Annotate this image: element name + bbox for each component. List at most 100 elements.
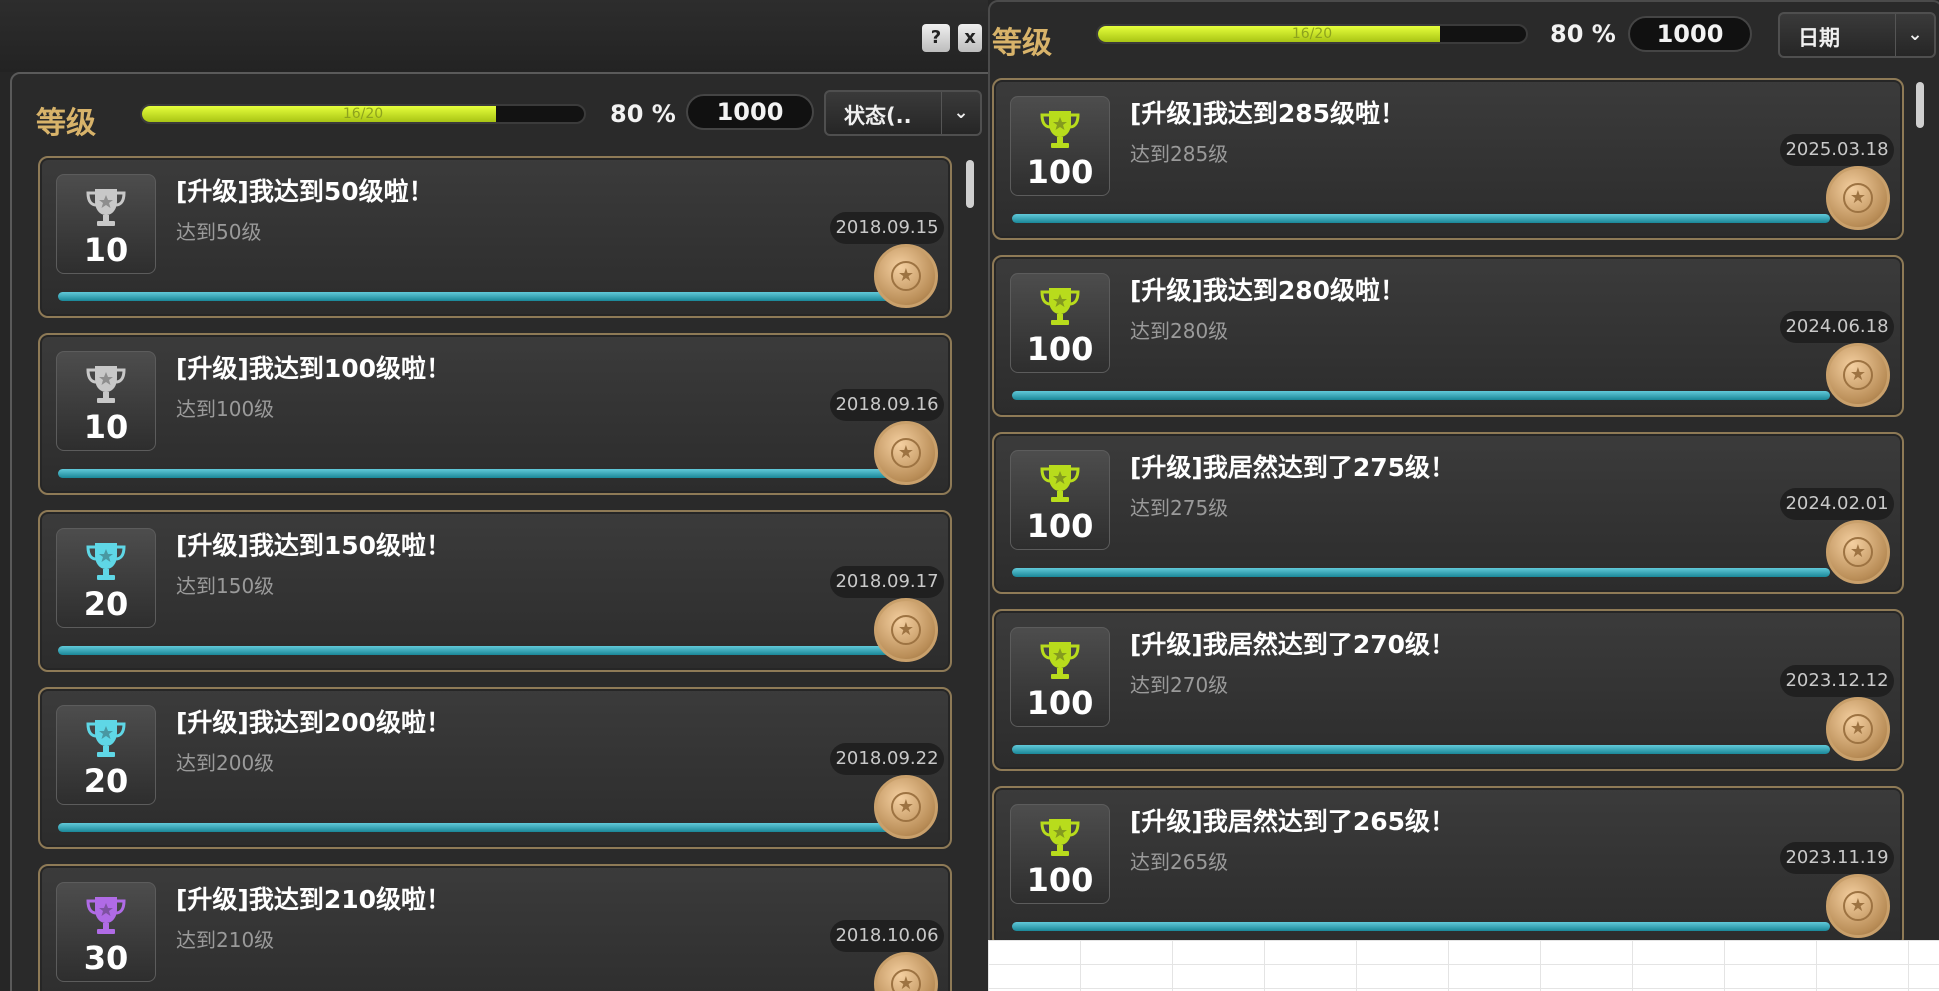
achievement-progress-bar bbox=[1012, 745, 1830, 754]
trophy-badge: 10 bbox=[56, 174, 156, 274]
left-achievement-panel: ? x 等级 16/20 80 % 1000 状态(.. ⌄ 10 [升级]我达到… bbox=[0, 0, 988, 991]
level-progress-text: 16/20 bbox=[342, 106, 384, 122]
help-button[interactable]: ? bbox=[922, 24, 950, 52]
level-progress-text: 16/20 bbox=[1291, 26, 1333, 42]
right-level-header: 等级 16/20 80 % 1000 日期 ⌄ bbox=[988, 0, 1939, 72]
achievement-progress-bar bbox=[58, 469, 896, 478]
trophy-icon bbox=[1035, 282, 1085, 332]
achievement-description: 达到280级 bbox=[1130, 319, 1229, 343]
achievement-date: 2023.11.19 bbox=[1780, 842, 1894, 874]
chevron-down-icon[interactable]: ⌄ bbox=[941, 92, 980, 134]
total-points: 1000 bbox=[686, 94, 814, 130]
achievement-description: 达到150级 bbox=[176, 574, 275, 598]
achievement-title: [升级]我达到280级啦！ bbox=[1130, 276, 1406, 305]
achievement-title: [升级]我居然达到了265级！ bbox=[1130, 807, 1456, 836]
achievement-card[interactable]: 10 [升级]我达到50级啦！ 达到50级 2018.09.15 ★ bbox=[38, 156, 952, 318]
achievement-progress-bar bbox=[58, 292, 896, 301]
achievement-card[interactable]: 20 [升级]我达到200级啦！ 达到200级 2018.09.22 ★ bbox=[38, 687, 952, 849]
trophy-points: 30 bbox=[83, 939, 129, 977]
wax-seal-icon: ★ bbox=[874, 421, 938, 485]
achievement-card[interactable]: 30 [升级]我达到210级啦！ 达到210级 2018.10.06 ★ bbox=[38, 864, 952, 991]
achievement-description: 达到275级 bbox=[1130, 496, 1229, 520]
achievement-description: 达到285级 bbox=[1130, 142, 1229, 166]
achievement-date: 2024.06.18 bbox=[1780, 311, 1894, 343]
achievement-date: 2018.09.22 bbox=[830, 743, 944, 775]
achievement-progress-bar bbox=[58, 823, 896, 832]
scrollbar-thumb[interactable] bbox=[966, 160, 974, 208]
wax-seal-icon: ★ bbox=[1826, 166, 1890, 230]
wax-seal-icon: ★ bbox=[874, 598, 938, 662]
trophy-badge: 100 bbox=[1010, 96, 1110, 196]
trophy-icon bbox=[81, 714, 131, 764]
achievement-description: 达到265级 bbox=[1130, 850, 1229, 874]
trophy-points: 100 bbox=[1026, 861, 1094, 899]
trophy-icon bbox=[1035, 813, 1085, 863]
achievement-title: [升级]我达到200级啦！ bbox=[176, 708, 452, 737]
achievement-card[interactable]: 100 [升级]我居然达到了275级！ 达到275级 2024.02.01 ★ bbox=[992, 432, 1904, 594]
achievement-description: 达到50级 bbox=[176, 220, 262, 244]
level-progress-bar: 16/20 bbox=[1096, 24, 1528, 44]
sort-select-value: 日期 bbox=[1798, 26, 1840, 50]
achievement-progress-bar bbox=[58, 646, 896, 655]
left-level-header: 等级 16/20 80 % 1000 状态(.. ⌄ bbox=[0, 86, 988, 158]
achievement-card[interactable]: 100 [升级]我达到285级啦！ 达到285级 2025.03.18 ★ bbox=[992, 78, 1904, 240]
achievement-date: 2018.10.06 bbox=[830, 920, 944, 952]
scrollbar-thumb[interactable] bbox=[1916, 82, 1924, 128]
achievement-progress-bar bbox=[1012, 922, 1830, 931]
achievement-date: 2018.09.15 bbox=[830, 212, 944, 244]
trophy-icon bbox=[1035, 636, 1085, 686]
wax-seal-icon: ★ bbox=[1826, 343, 1890, 407]
trophy-icon bbox=[81, 360, 131, 410]
trophy-badge: 30 bbox=[56, 882, 156, 982]
achievement-description: 达到100级 bbox=[176, 397, 275, 421]
achievement-title: [升级]我达到50级啦！ bbox=[176, 177, 434, 206]
achievement-card[interactable]: 100 [升级]我居然达到了265级！ 达到265级 2023.11.19 ★ bbox=[992, 786, 1904, 948]
achievement-title: [升级]我居然达到了270级！ bbox=[1130, 630, 1456, 659]
wax-seal-icon: ★ bbox=[1826, 697, 1890, 761]
trophy-icon bbox=[81, 183, 131, 233]
sort-select[interactable]: 状态(.. ⌄ bbox=[824, 90, 982, 136]
achievement-card[interactable]: 20 [升级]我达到150级啦！ 达到150级 2018.09.17 ★ bbox=[38, 510, 952, 672]
trophy-points: 10 bbox=[83, 408, 129, 446]
achievement-card[interactable]: 10 [升级]我达到100级啦！ 达到100级 2018.09.16 ★ bbox=[38, 333, 952, 495]
achievement-card[interactable]: 100 [升级]我达到280级啦！ 达到280级 2024.06.18 ★ bbox=[992, 255, 1904, 417]
trophy-badge: 100 bbox=[1010, 804, 1110, 904]
total-points: 1000 bbox=[1628, 16, 1752, 52]
trophy-badge: 20 bbox=[56, 528, 156, 628]
trophy-badge: 100 bbox=[1010, 273, 1110, 373]
trophy-badge: 100 bbox=[1010, 627, 1110, 727]
wax-seal-icon: ★ bbox=[1826, 520, 1890, 584]
close-button[interactable]: x bbox=[958, 24, 982, 52]
trophy-badge: 10 bbox=[56, 351, 156, 451]
trophy-icon bbox=[1035, 459, 1085, 509]
trophy-icon bbox=[1035, 105, 1085, 155]
trophy-points: 10 bbox=[83, 231, 129, 269]
chevron-down-icon[interactable]: ⌄ bbox=[1895, 14, 1934, 56]
right-achievement-panel: 等级 16/20 80 % 1000 日期 ⌄ 100 [升级]我达到285级啦！… bbox=[988, 0, 1939, 991]
achievement-title: [升级]我达到210级啦！ bbox=[176, 885, 452, 914]
achievement-date: 2024.02.01 bbox=[1780, 488, 1894, 520]
level-percent: 80 % bbox=[610, 100, 676, 128]
trophy-points: 100 bbox=[1026, 153, 1094, 191]
achievement-card[interactable]: 100 [升级]我居然达到了270级！ 达到270级 2023.12.12 ★ bbox=[992, 609, 1904, 771]
trophy-points: 20 bbox=[83, 585, 129, 623]
achievement-title: [升级]我达到285级啦！ bbox=[1130, 99, 1406, 128]
blank-grid-area bbox=[988, 940, 1939, 991]
level-progress-bar: 16/20 bbox=[140, 104, 586, 124]
achievement-date: 2025.03.18 bbox=[1780, 134, 1894, 166]
level-label: 等级 bbox=[36, 106, 96, 141]
achievement-date: 2018.09.16 bbox=[830, 389, 944, 421]
achievement-progress-bar bbox=[1012, 214, 1830, 223]
level-label: 等级 bbox=[992, 26, 1052, 61]
achievement-description: 达到200级 bbox=[176, 751, 275, 775]
trophy-badge: 100 bbox=[1010, 450, 1110, 550]
window-title-bar: ? x bbox=[0, 0, 988, 72]
achievement-title: [升级]我居然达到了275级！ bbox=[1130, 453, 1456, 482]
sort-select[interactable]: 日期 ⌄ bbox=[1778, 12, 1936, 58]
trophy-points: 100 bbox=[1026, 684, 1094, 722]
achievement-date: 2023.12.12 bbox=[1780, 665, 1894, 697]
achievement-date: 2018.09.17 bbox=[830, 566, 944, 598]
trophy-points: 100 bbox=[1026, 330, 1094, 368]
achievement-title: [升级]我达到150级啦！ bbox=[176, 531, 452, 560]
sort-select-value: 状态(.. bbox=[844, 104, 912, 128]
